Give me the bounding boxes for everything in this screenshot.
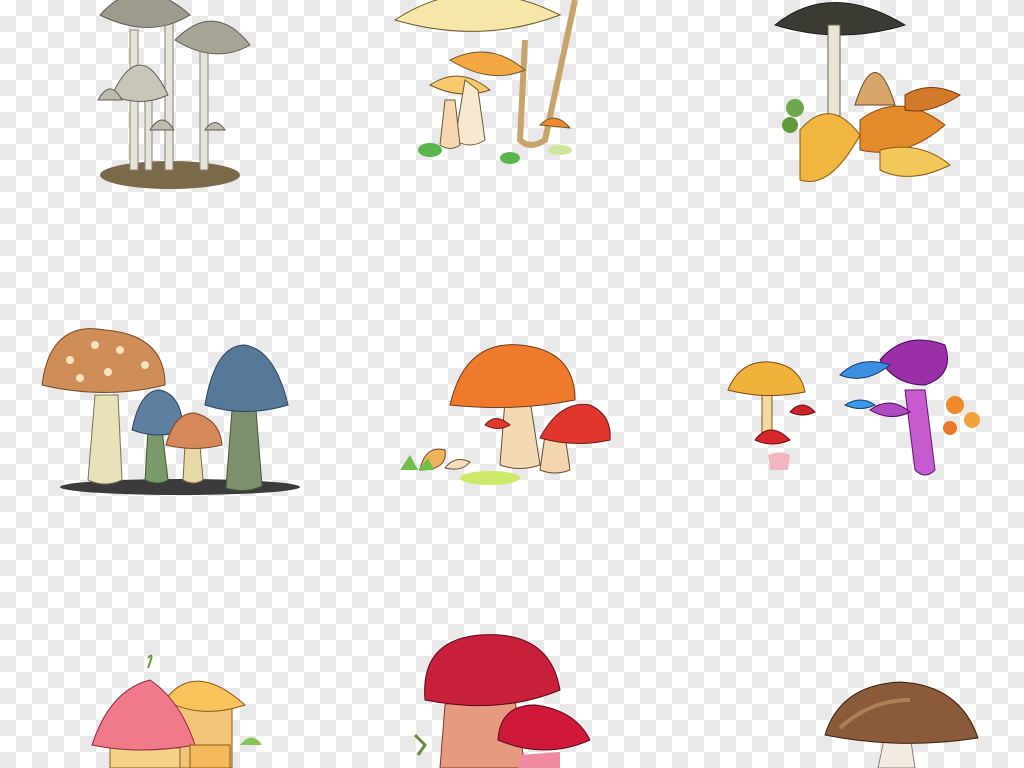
red-capped-mushrooms — [413, 634, 591, 768]
gray-mushroom-cluster — [97, 0, 251, 189]
brown-capped-mushroom — [824, 681, 979, 768]
yellow-orange-mushroom-cluster — [393, 0, 578, 164]
mushroom-illustrations — [41, 0, 980, 768]
watercolor-red-mushrooms — [400, 344, 611, 485]
cartoon-mushrooms — [41, 328, 300, 495]
fairy-house-mushrooms — [91, 654, 262, 768]
colorful-mushrooms — [727, 339, 980, 476]
autumn-leaves-mushroom — [773, 2, 961, 182]
checkerboard-canvas — [0, 0, 1024, 768]
